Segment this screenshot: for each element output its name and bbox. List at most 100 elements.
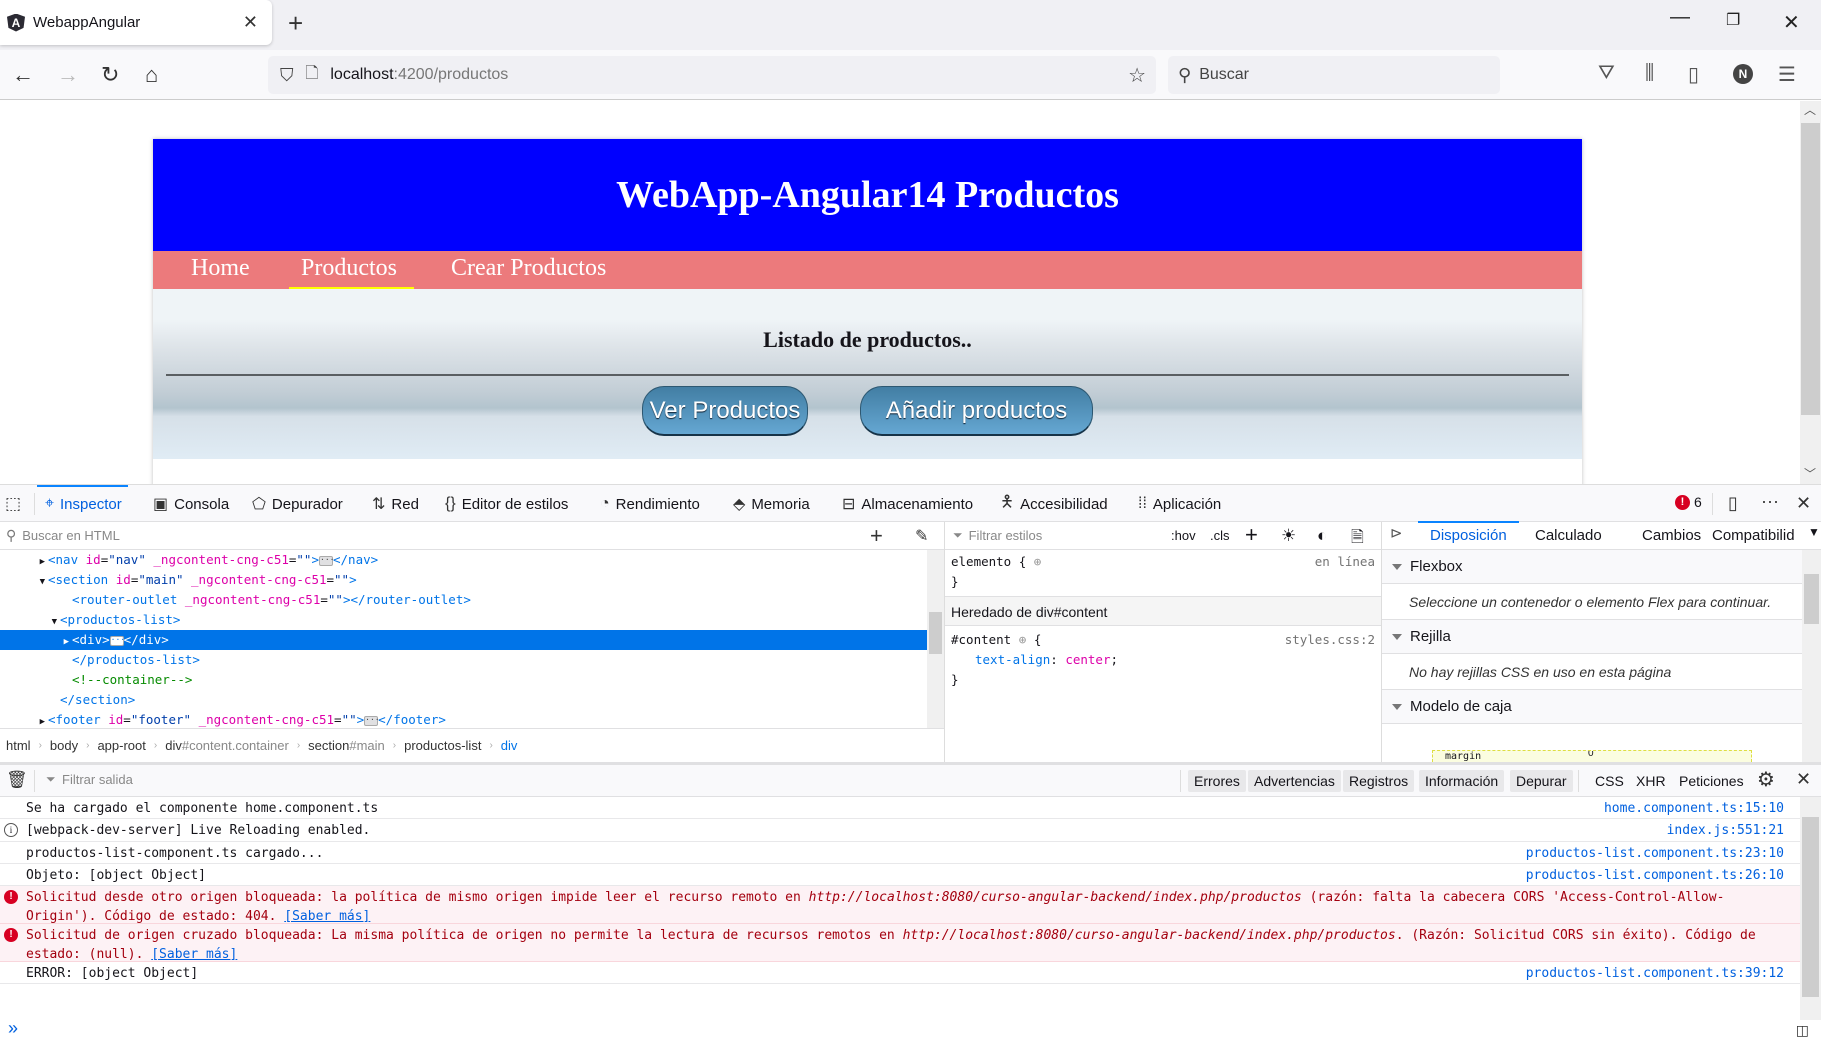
expand-toggle-icon[interactable]: ▶ bbox=[0, 632, 72, 652]
breadcrumb-item[interactable]: div bbox=[501, 738, 518, 753]
css-declaration[interactable]: text-align: center; bbox=[951, 650, 1375, 670]
new-tab-button[interactable]: + bbox=[288, 8, 303, 39]
search-bar[interactable]: ⚲ Buscar bbox=[1168, 56, 1500, 94]
tab-editor-estilos[interactable]: {}Editor de estilos bbox=[445, 485, 568, 523]
learn-more-link[interactable]: [Saber más] bbox=[284, 909, 370, 924]
pocket-icon[interactable]: ⛛ bbox=[1598, 62, 1615, 85]
markup-node[interactable]: <!--container--> bbox=[0, 670, 928, 690]
learn-more-link[interactable]: [Saber más] bbox=[151, 947, 237, 962]
tab-cambios[interactable]: Cambios bbox=[1642, 522, 1701, 550]
console-scrollbar[interactable] bbox=[1800, 797, 1821, 1020]
expand-toggle-icon[interactable]: ▼ bbox=[0, 572, 48, 592]
tab-disposicion[interactable]: Disposición bbox=[1430, 522, 1507, 550]
markup-node-selected[interactable]: ▶<div>···</div> bbox=[0, 630, 928, 650]
breadcrumb-item[interactable]: productos-list bbox=[404, 738, 481, 753]
console-settings-icon[interactable]: ⚙ bbox=[1757, 767, 1775, 792]
clear-console-icon[interactable]: 🗑 bbox=[6, 770, 28, 790]
filter-depurar[interactable]: Depurar bbox=[1510, 770, 1573, 792]
tab-red[interactable]: ⇅Red bbox=[372, 485, 419, 523]
add-node-icon[interactable]: + bbox=[870, 523, 883, 549]
tab-consola[interactable]: ▣Consola bbox=[153, 485, 229, 523]
more-options-icon[interactable]: ··· bbox=[1761, 491, 1779, 512]
message-source-link[interactable]: productos-list.component.ts:39:12 bbox=[1526, 964, 1784, 983]
content-rule[interactable]: #content ⊕ { styles.css:2 bbox=[951, 630, 1375, 650]
flexbox-section-header[interactable]: Flexbox bbox=[1382, 550, 1802, 584]
filter-registros[interactable]: Registros bbox=[1343, 770, 1414, 792]
dark-scheme-icon[interactable]: ◐ bbox=[1317, 526, 1327, 546]
url-text[interactable]: localhost:4200/productos bbox=[330, 66, 508, 84]
markup-node[interactable]: </section> bbox=[0, 690, 928, 710]
markup-node[interactable]: </productos-list> bbox=[0, 650, 928, 670]
filter-errores[interactable]: Errores bbox=[1188, 770, 1246, 792]
nav-link-crear-productos[interactable]: Crear Productos bbox=[451, 255, 606, 282]
home-icon[interactable]: ⌂ bbox=[145, 62, 158, 88]
close-split-console-icon[interactable]: ✕ bbox=[1796, 769, 1811, 790]
markup-node[interactable]: ▼<productos-list> bbox=[0, 610, 928, 630]
tab-inspector[interactable]: ⌖Inspector bbox=[45, 485, 122, 523]
message-source-link[interactable]: productos-list.component.ts:26:10 bbox=[1526, 866, 1784, 885]
console-message-log[interactable]: Se ha cargado el componente home.compone… bbox=[0, 797, 1800, 819]
anadir-productos-button[interactable]: Añadir productos bbox=[860, 386, 1093, 436]
layout-scrollbar[interactable] bbox=[1802, 550, 1821, 762]
console-input[interactable]: » ◫ bbox=[0, 1020, 1821, 1041]
markup-node[interactable]: ▶<nav id="nav" _ngcontent-cng-c51="">···… bbox=[0, 550, 928, 570]
add-rule-icon[interactable]: + bbox=[1245, 522, 1258, 548]
message-source-link[interactable]: index.js:551:21 bbox=[1667, 821, 1784, 840]
back-icon[interactable]: ← bbox=[12, 62, 34, 88]
cls-toggle[interactable]: .cls bbox=[1210, 528, 1230, 543]
editor-mode-icon[interactable]: ◫ bbox=[1796, 1022, 1809, 1039]
console-scrollbar-thumb[interactable] bbox=[1802, 817, 1819, 997]
markup-node[interactable]: ▶<footer id="footer" _ngcontent-cng-c51=… bbox=[0, 710, 928, 730]
breadcrumb-item[interactable]: section#main bbox=[308, 738, 385, 753]
window-close-icon[interactable]: ✕ bbox=[1783, 10, 1800, 35]
eyedropper-icon[interactable]: ✎ bbox=[915, 526, 928, 546]
message-source-link[interactable]: productos-list.component.ts:23:10 bbox=[1526, 844, 1784, 863]
tab-accesibilidad[interactable]: 🯅Accesibilidad bbox=[1000, 485, 1108, 523]
restore-icon[interactable]: ❐ bbox=[1726, 10, 1740, 30]
margin-value[interactable]: 0 bbox=[1588, 750, 1594, 759]
breadcrumb-item[interactable]: app-root bbox=[97, 738, 145, 753]
breadcrumb-item[interactable]: div#content.container bbox=[165, 738, 289, 753]
page-scrollbar-thumb[interactable] bbox=[1801, 123, 1820, 415]
tab-almacenamiento[interactable]: ⊟Almacenamiento bbox=[842, 485, 973, 523]
tab-aplicacion[interactable]: ⁞⁞Aplicación bbox=[1138, 485, 1221, 523]
console-message-log[interactable]: productos-list-component.ts cargado...pr… bbox=[0, 842, 1800, 864]
url-bar[interactable]: ⛉ 🗋 localhost:4200/productos ☆ bbox=[268, 56, 1156, 94]
expand-toggle-icon[interactable]: ▶ bbox=[0, 552, 48, 572]
message-url[interactable]: http://localhost:8080/curso-angular-back… bbox=[809, 890, 1302, 905]
tab-memoria[interactable]: ⬘Memoria bbox=[733, 485, 810, 523]
sidebar-icon[interactable]: ▯ bbox=[1688, 62, 1699, 87]
close-devtools-icon[interactable]: ✕ bbox=[1796, 493, 1811, 514]
markup-scrollbar-thumb[interactable] bbox=[929, 612, 942, 654]
markup-node[interactable]: ▼<section id="main" _ngcontent-cng-c51="… bbox=[0, 570, 928, 590]
box-model-section-header[interactable]: Modelo de caja bbox=[1382, 690, 1802, 724]
responsive-design-icon[interactable]: ▯ bbox=[1728, 493, 1738, 514]
console-message-error[interactable]: !Solicitud desde otro origen bloqueada: … bbox=[0, 886, 1800, 924]
filter-peticiones[interactable]: Peticiones bbox=[1679, 770, 1744, 792]
ver-productos-button[interactable]: Ver Productos bbox=[642, 386, 808, 436]
rule-source-link[interactable]: styles.css:2 bbox=[1285, 630, 1375, 650]
browser-tab[interactable]: A WebappAngular ✕ bbox=[0, 0, 272, 45]
html-search-input[interactable]: Buscar en HTML bbox=[22, 528, 944, 543]
breadcrumb-item[interactable]: body bbox=[50, 738, 78, 753]
nav-link-home[interactable]: Home bbox=[191, 255, 250, 282]
close-tab-icon[interactable]: ✕ bbox=[243, 12, 258, 33]
menu-icon[interactable]: ☰ bbox=[1778, 62, 1796, 87]
element-rule[interactable]: elemento { ⊕ en línea bbox=[951, 552, 1375, 572]
scroll-down-icon[interactable]: ﹀ bbox=[1804, 465, 1816, 482]
page-scrollbar[interactable]: ︿ ﹀ bbox=[1800, 101, 1821, 484]
console-message-info[interactable]: i[webpack-dev-server] Live Reloading ena… bbox=[0, 819, 1800, 842]
layout-scrollbar-thumb[interactable] bbox=[1804, 574, 1819, 624]
css-value[interactable]: center bbox=[1065, 652, 1110, 667]
message-source-link[interactable]: home.component.ts:15:10 bbox=[1604, 799, 1784, 818]
filter-informacion[interactable]: Información bbox=[1419, 770, 1504, 792]
tab-depurador[interactable]: ⬠Depurador bbox=[252, 485, 343, 523]
tab-calculado[interactable]: Calculado bbox=[1535, 522, 1602, 550]
print-media-icon[interactable]: 🗎 bbox=[1351, 526, 1364, 553]
breadcrumb-item[interactable]: html bbox=[6, 738, 31, 753]
account-avatar[interactable]: N bbox=[1733, 64, 1753, 84]
hov-toggle[interactable]: :hov bbox=[1171, 528, 1196, 543]
light-scheme-icon[interactable]: ☀ bbox=[1281, 526, 1296, 546]
toggle-sidebar-icon[interactable]: ⊳ bbox=[1390, 524, 1403, 542]
tabs-overflow-icon[interactable]: ▼ bbox=[1808, 525, 1820, 539]
